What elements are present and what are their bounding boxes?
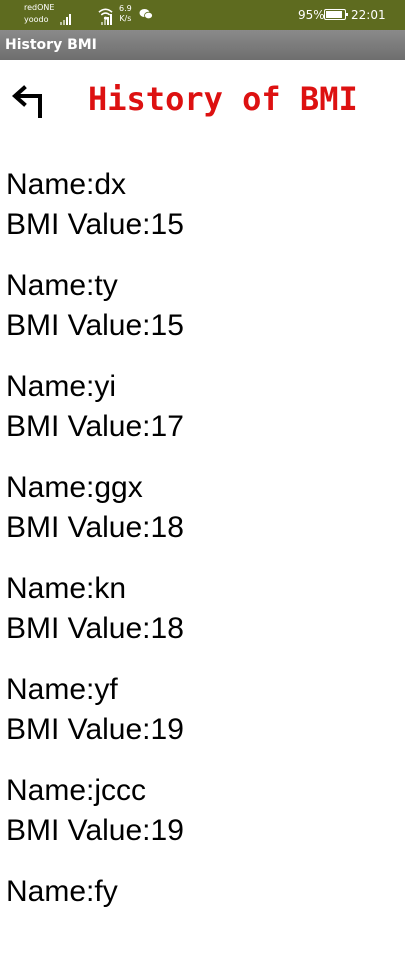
record-name: Name:ggx [6, 471, 143, 504]
signal-icon [60, 13, 74, 25]
wechat-icon [139, 9, 153, 20]
record-name: Name:kn [6, 572, 127, 605]
record-name: Name:yf [6, 673, 118, 706]
record-bmi: BMI Value:19 [6, 814, 184, 847]
list-item: Name:dx BMI Value:15 [0, 165, 405, 266]
battery-percent: 95% [298, 8, 325, 22]
app-title: History BMI [5, 37, 97, 53]
list-item: Name:yf BMI Value:19 [0, 670, 405, 771]
record-bmi: BMI Value:19 [6, 713, 184, 746]
list-item: Name:jccc BMI Value:19 [0, 771, 405, 872]
carrier-info: redONE yoodo [24, 2, 54, 26]
page-title: History of BMI [88, 80, 358, 118]
back-arrow-icon[interactable] [8, 82, 48, 122]
status-time: 22:01 [351, 8, 386, 22]
wifi-icon [98, 8, 113, 20]
record-name: Name:dx [6, 168, 127, 201]
list-item: Name:ggx BMI Value:18 [0, 468, 405, 569]
carrier-sub: yoodo [24, 15, 49, 24]
record-bmi: BMI Value:15 [6, 208, 184, 241]
list-item: Name:yi BMI Value:17 [0, 367, 405, 468]
list-item: Name:ty BMI Value:15 [0, 266, 405, 367]
carrier-name: redONE [24, 3, 55, 12]
app-bar: History BMI [0, 30, 405, 60]
status-bar: redONE yoodo 6.9 K/s 95% 22:01 [0, 0, 405, 30]
record-name: Name:ty [6, 269, 118, 302]
page-header: History of BMI [0, 60, 405, 150]
network-speed: 6.9 K/s [119, 4, 132, 24]
speed-value: 6.9 [119, 4, 132, 13]
record-bmi: BMI Value:18 [6, 612, 184, 645]
record-name: Name:yi [6, 370, 117, 403]
record-bmi: BMI Value:17 [6, 410, 184, 443]
record-name: Name:fy [6, 875, 118, 908]
record-bmi: BMI Value:18 [6, 511, 184, 544]
speed-unit: K/s [119, 14, 132, 23]
battery-icon [324, 9, 348, 20]
list-item: Name:fy [0, 872, 405, 973]
record-name: Name:jccc [6, 774, 147, 807]
bmi-history-list: Name:dx BMI Value:15 Name:ty BMI Value:1… [0, 165, 405, 973]
record-bmi: BMI Value:15 [6, 309, 184, 342]
list-item: Name:kn BMI Value:18 [0, 569, 405, 670]
